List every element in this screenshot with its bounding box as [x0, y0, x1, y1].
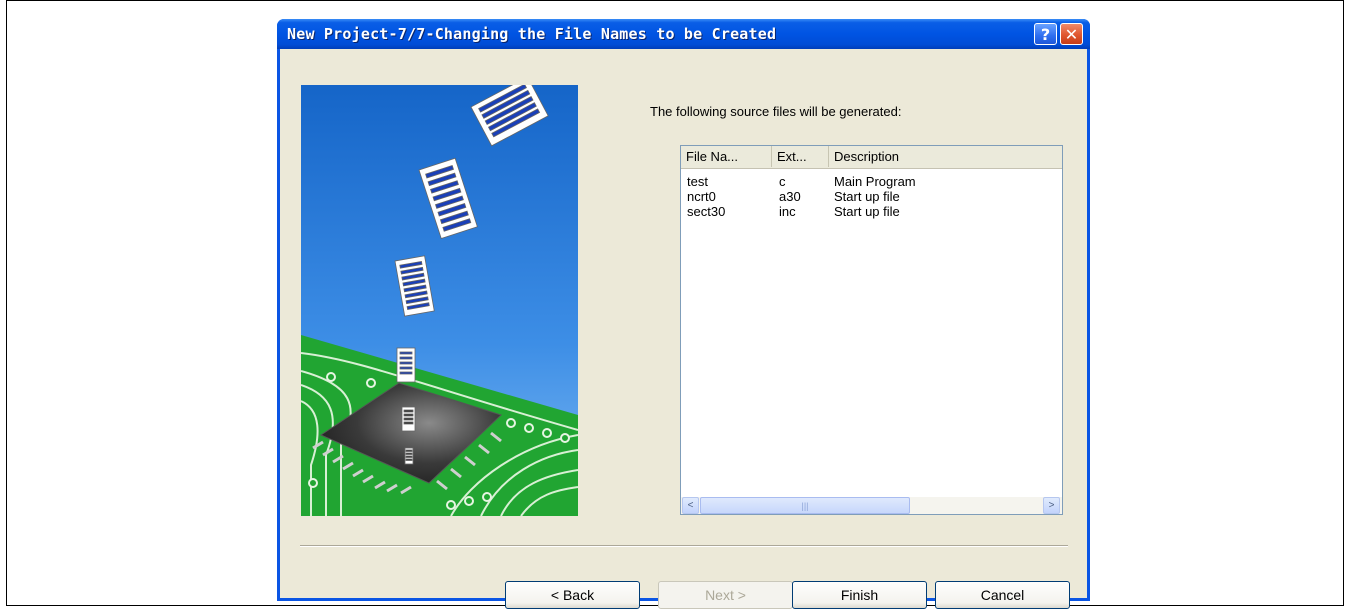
chevron-left-icon: < — [687, 500, 694, 511]
list-item[interactable]: test c Main Program — [681, 174, 1062, 189]
cancel-button[interactable]: Cancel — [935, 581, 1070, 609]
file-ext-cell: a30 — [779, 189, 801, 204]
file-name-cell: sect30 — [687, 204, 726, 219]
help-icon: ? — [1040, 24, 1051, 44]
file-desc-cell: Main Program — [834, 174, 916, 189]
column-header-file-name[interactable]: File Na... — [681, 146, 772, 167]
source-files-list[interactable]: File Na... Ext... Description test c Mai… — [680, 145, 1063, 515]
list-item[interactable]: sect30 inc Start up file — [681, 204, 1062, 219]
wizard-illustration — [301, 85, 578, 516]
list-item[interactable]: ncrt0 a30 Start up file — [681, 189, 1062, 204]
window-title: New Project-7/7-Changing the File Names … — [287, 25, 777, 43]
close-icon: ✕ — [1064, 24, 1079, 44]
scroll-right-button[interactable]: > — [1043, 497, 1060, 514]
file-desc-cell: Start up file — [834, 204, 900, 219]
title-bar[interactable]: New Project-7/7-Changing the File Names … — [277, 19, 1090, 49]
list-header: File Na... Ext... Description — [681, 146, 1062, 169]
new-project-wizard-window: New Project-7/7-Changing the File Names … — [277, 19, 1090, 609]
file-ext-cell: c — [779, 174, 786, 189]
column-header-extension[interactable]: Ext... — [772, 146, 829, 167]
intro-label: The following source files will be gener… — [650, 104, 902, 119]
scroll-left-button[interactable]: < — [682, 497, 699, 514]
file-name-cell: test — [687, 174, 708, 189]
separator — [300, 545, 1068, 547]
back-button[interactable]: < Back — [505, 581, 640, 609]
chip-illustration-image — [301, 85, 578, 516]
help-button[interactable]: ? — [1034, 23, 1057, 45]
scroll-thumb[interactable]: ||| — [700, 497, 910, 514]
next-button[interactable]: Next > — [658, 581, 793, 609]
horizontal-scrollbar[interactable]: < ||| > — [681, 497, 1062, 514]
file-name-cell: ncrt0 — [687, 189, 716, 204]
chevron-right-icon: > — [1048, 500, 1055, 511]
finish-button[interactable]: Finish — [792, 581, 927, 609]
file-ext-cell: inc — [779, 204, 796, 219]
close-button[interactable]: ✕ — [1060, 23, 1083, 45]
dialog-body: The following source files will be gener… — [280, 49, 1087, 609]
column-header-description[interactable]: Description — [829, 146, 1062, 167]
grip-icon: ||| — [801, 500, 809, 511]
file-desc-cell: Start up file — [834, 189, 900, 204]
